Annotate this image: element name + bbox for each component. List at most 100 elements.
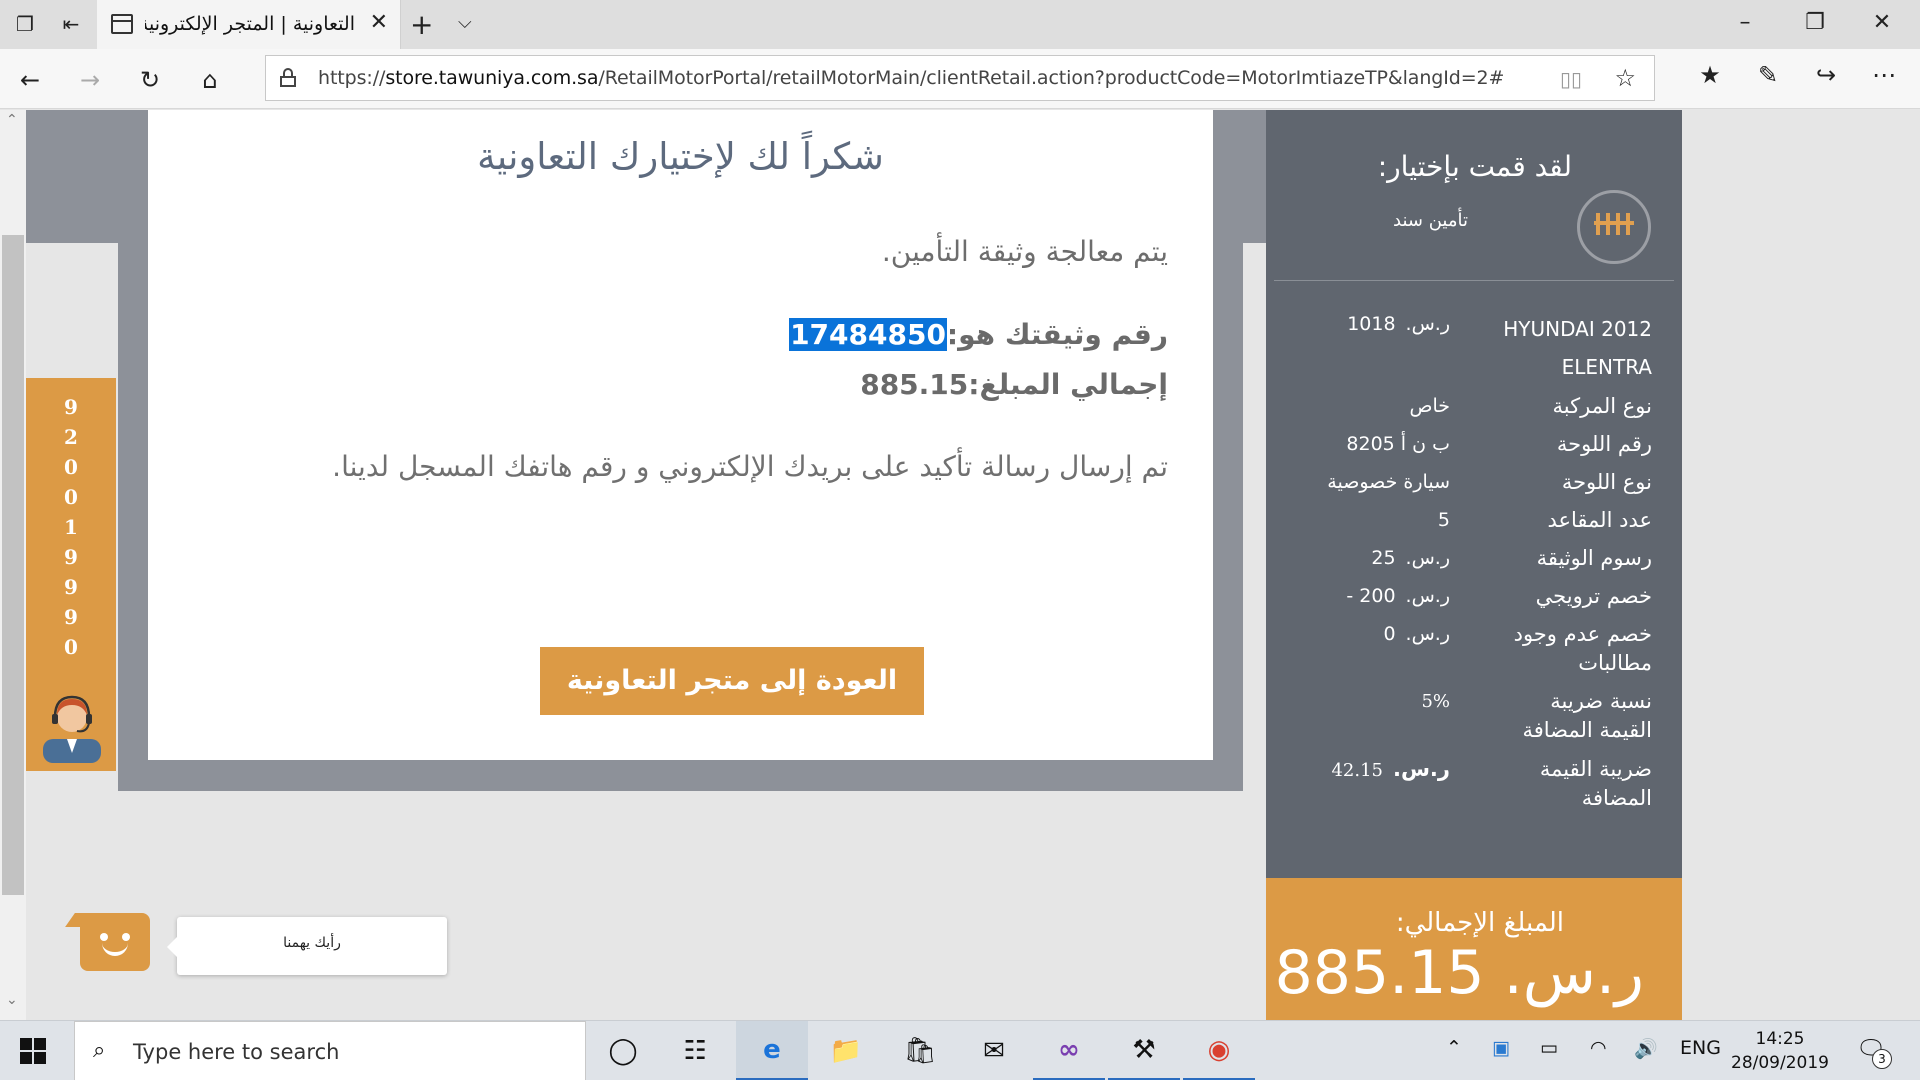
chrome-icon[interactable]: ◉ bbox=[1183, 1021, 1255, 1080]
cortana-icon[interactable]: ◯ bbox=[587, 1021, 659, 1080]
summary-label: خصم ترويجي bbox=[1535, 584, 1652, 608]
grand-total-value: ر.س. 885.15 bbox=[1274, 938, 1644, 1008]
favorite-star-icon[interactable]: ☆ bbox=[1614, 64, 1636, 92]
url-path: /RetailMotorPortal/retailMotorMain/clien… bbox=[598, 67, 1505, 89]
window-close-icon[interactable]: ✕ bbox=[1862, 10, 1902, 35]
summary-value: ر.س. 200 - bbox=[1346, 582, 1450, 611]
summary-label: رقم اللوحة bbox=[1556, 432, 1652, 456]
feedback-text: رأيك يهمنا bbox=[283, 935, 341, 951]
summary-value: ر.س. 42.15 bbox=[1331, 755, 1450, 785]
summary-value: ر.س. 25 bbox=[1371, 544, 1450, 573]
show-hidden-icons-chevron-icon[interactable]: ⌃ bbox=[1446, 1037, 1462, 1059]
phone-digit: 0 bbox=[64, 485, 78, 509]
summary-label: نسبة ضريبة القيمة المضافة bbox=[1522, 689, 1652, 742]
selection-summary: لقد قمت بإختيار: تأمين سند HYUNDAI 2012 … bbox=[1266, 110, 1682, 1020]
volume-icon[interactable]: 🔊 bbox=[1634, 1037, 1658, 1060]
total-amount-box: المبلغ الإجمالي: ر.س. 885.15 bbox=[1266, 878, 1682, 1020]
tab-list-chevron-icon[interactable]: ⌵ bbox=[458, 12, 472, 33]
tab-manager-icon[interactable]: ❐ bbox=[10, 9, 40, 39]
policy-number-label: رقم وثيقتك هو: bbox=[946, 318, 1168, 351]
wifi-icon[interactable]: ◠ bbox=[1590, 1037, 1607, 1059]
summary-title: لقد قمت بإختيار: bbox=[1377, 150, 1572, 183]
windows-start-icon[interactable] bbox=[20, 1038, 46, 1064]
refresh-icon[interactable]: ↻ bbox=[132, 62, 168, 98]
active-tab[interactable]: التعاونية | المتجر الإلكترونية ✕ bbox=[97, 0, 401, 49]
tool-app-icon[interactable]: ⚒ bbox=[1108, 1021, 1180, 1080]
support-agent-icon bbox=[43, 695, 101, 763]
edge-browser-icon[interactable]: e bbox=[736, 1021, 808, 1080]
visual-studio-icon[interactable]: ∞ bbox=[1033, 1021, 1105, 1080]
share-icon[interactable]: ↪ bbox=[1808, 61, 1844, 89]
store-icon[interactable]: 🛍 bbox=[884, 1021, 956, 1080]
grand-total-label: المبلغ الإجمالي: bbox=[1395, 908, 1564, 938]
summary-label: عدد المقاعد bbox=[1547, 508, 1652, 532]
restore-icon[interactable]: ❐ bbox=[1795, 10, 1835, 35]
summary-value: 5% bbox=[1421, 691, 1450, 712]
total-amount-label: إجمالي المبلغ: bbox=[968, 368, 1168, 401]
reading-view-icon[interactable]: ▯▯ bbox=[1560, 67, 1582, 91]
scroll-thumb[interactable] bbox=[2, 235, 24, 895]
new-tab-icon[interactable]: + bbox=[410, 8, 433, 41]
set-aside-tabs-icon[interactable]: ⇤ bbox=[56, 9, 86, 39]
language-indicator[interactable]: ENG bbox=[1680, 1037, 1721, 1059]
feedback-smiley-icon[interactable] bbox=[80, 913, 150, 971]
task-view-icon[interactable]: ☷ bbox=[659, 1021, 731, 1080]
summary-value: سيارة خصوصية bbox=[1327, 471, 1450, 493]
forward-arrow-icon[interactable]: → bbox=[72, 62, 108, 98]
confirmation-card: شكراً لك لإختيارك التعاونية يتم معالجة و… bbox=[148, 110, 1213, 760]
currency-label: ر.س. bbox=[1405, 585, 1450, 607]
summary-divider bbox=[1274, 280, 1674, 281]
phone-number-strip[interactable]: 9 2 0 0 1 9 9 9 0 bbox=[26, 378, 116, 771]
tab-title: التعاونية | المتجر الإلكترونية bbox=[145, 13, 355, 35]
taskbar-search-box[interactable]: ⌕ Type here to search bbox=[74, 1021, 586, 1080]
action-center-icon[interactable]: 🗨 3 bbox=[1856, 1035, 1892, 1069]
summary-label: نوع المركبة bbox=[1552, 394, 1652, 418]
summary-label: نوع اللوحة bbox=[1561, 470, 1652, 494]
feedback-bubble[interactable]: رأيك يهمنا bbox=[167, 917, 447, 975]
product-name: تأمين سند bbox=[1393, 210, 1468, 231]
summary-amount: 1018 bbox=[1347, 313, 1396, 335]
file-explorer-icon[interactable]: 📁 bbox=[810, 1021, 882, 1080]
tab-favicon-icon bbox=[111, 14, 133, 34]
home-icon[interactable]: ⌂ bbox=[192, 62, 228, 98]
phone-digit: 9 bbox=[64, 605, 78, 629]
clock[interactable]: 14:25 28/09/2019 bbox=[1730, 1027, 1830, 1075]
clock-time: 14:25 bbox=[1755, 1029, 1805, 1049]
phone-digit: 0 bbox=[64, 455, 78, 479]
minimize-icon[interactable]: – bbox=[1725, 10, 1765, 35]
scroll-down-icon[interactable]: ⌄ bbox=[6, 992, 18, 1008]
scroll-up-icon[interactable]: ⌃ bbox=[6, 112, 18, 128]
battery-icon[interactable]: ▭ bbox=[1540, 1037, 1558, 1059]
tray-app-icon[interactable]: ▣ bbox=[1492, 1037, 1510, 1059]
summary-label: رسوم الوثيقة bbox=[1536, 546, 1652, 570]
summary-label: HYUNDAI 2012 ELENTRA bbox=[1503, 317, 1652, 379]
page-title: شكراً لك لإختيارك التعاونية bbox=[477, 135, 884, 178]
clock-date: 28/09/2019 bbox=[1731, 1053, 1829, 1073]
summary-label: ضريبة القيمة المضافة bbox=[1539, 757, 1652, 810]
currency-label: ر.س. bbox=[1405, 313, 1450, 335]
summary-value: ر.س. 1018 bbox=[1347, 310, 1450, 339]
page-viewport: ⌃ ⌄ 9 2 0 0 1 9 9 9 0 شكراً لك لإختيارك … bbox=[0, 110, 1920, 1020]
summary-amount: 42.15 bbox=[1331, 760, 1383, 781]
url-host: store.tawuniya.com.sa bbox=[385, 67, 599, 89]
favorites-list-icon[interactable]: ★ bbox=[1692, 61, 1728, 89]
lock-icon bbox=[280, 68, 296, 87]
policy-number-value: 17484850 bbox=[789, 318, 947, 351]
vertical-scrollbar[interactable]: ⌃ ⌄ bbox=[0, 110, 26, 1020]
phone-digit: 9 bbox=[64, 395, 78, 419]
currency-label: ر.س. bbox=[1392, 757, 1450, 781]
more-menu-icon[interactable]: ⋯ bbox=[1866, 61, 1902, 89]
currency-label: ر.س. bbox=[1405, 623, 1450, 645]
processing-message: يتم معالجة وثيقة التأمين. bbox=[881, 235, 1168, 268]
phone-digit: 1 bbox=[64, 515, 78, 539]
summary-amount: 0 bbox=[1383, 623, 1396, 645]
phone-digit: 9 bbox=[64, 545, 78, 569]
back-arrow-icon[interactable]: ← bbox=[12, 62, 48, 98]
mail-icon[interactable]: ✉ bbox=[958, 1021, 1030, 1080]
tab-close-icon[interactable]: ✕ bbox=[370, 10, 388, 35]
pen-notes-icon[interactable]: ✎ bbox=[1750, 61, 1786, 89]
address-bar[interactable]: https://store.tawuniya.com.sa/RetailMoto… bbox=[265, 55, 1655, 101]
url-text[interactable]: https://store.tawuniya.com.sa/RetailMoto… bbox=[318, 67, 1504, 89]
nav-bar: ← → ↻ ⌂ https://store.tawuniya.com.sa/Re… bbox=[0, 49, 1920, 109]
back-to-store-button[interactable]: العودة إلى متجر التعاونية bbox=[540, 647, 924, 715]
